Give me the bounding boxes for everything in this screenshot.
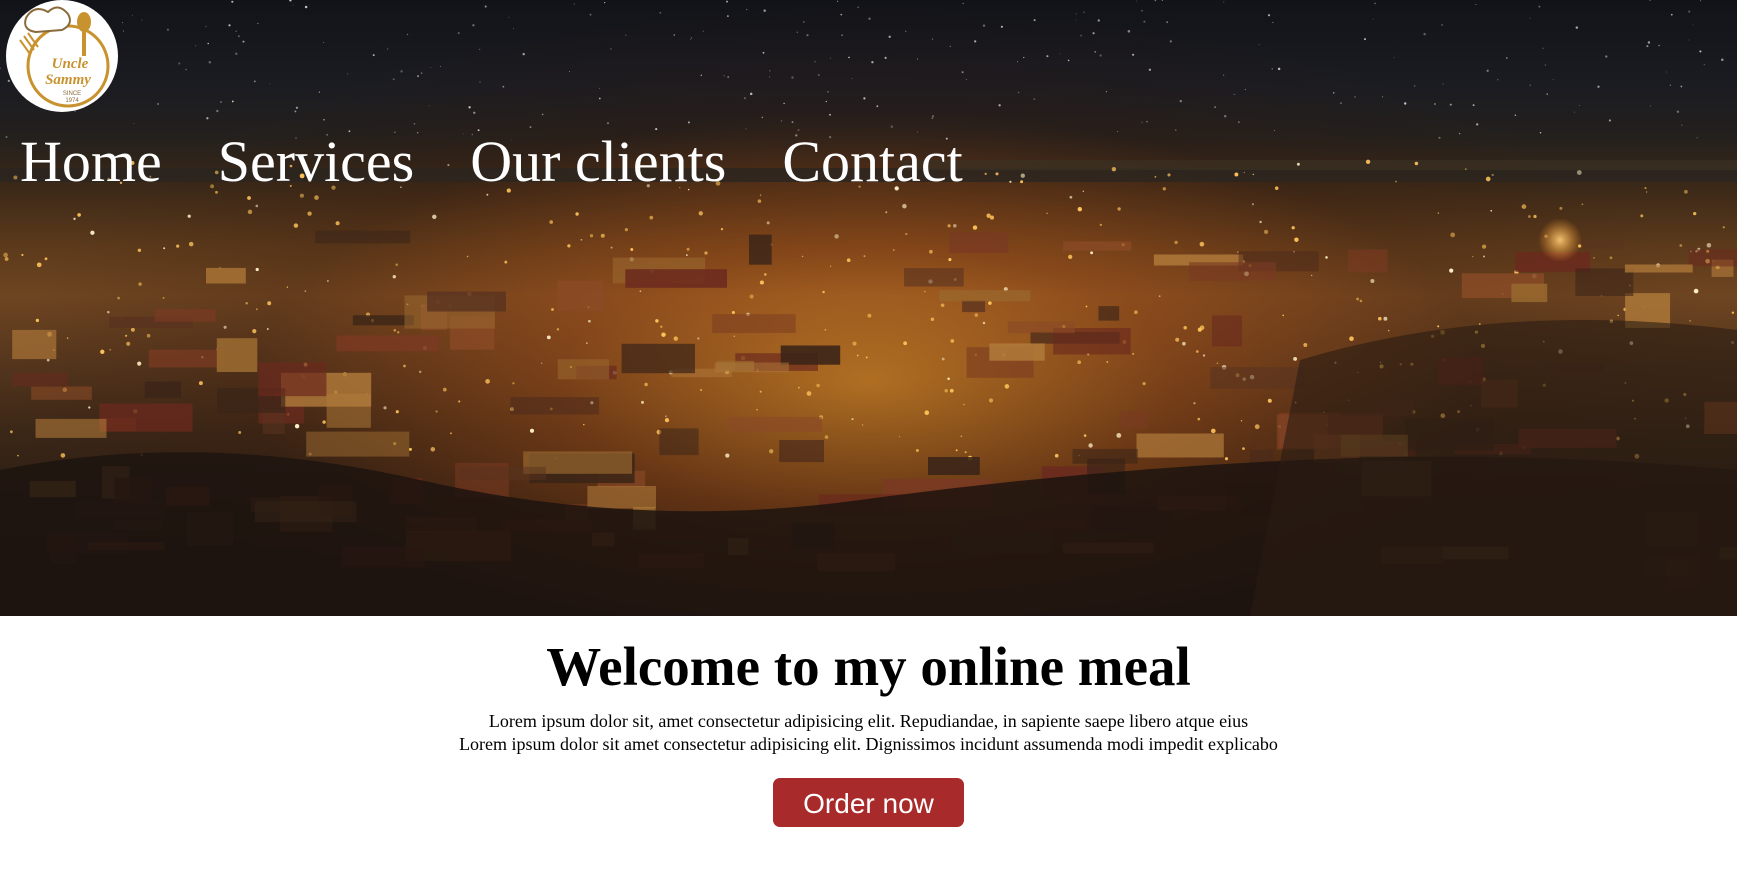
order-now-button[interactable]: Order now bbox=[773, 778, 964, 827]
svg-text:SINCE: SINCE bbox=[63, 91, 81, 97]
svg-text:Uncle: Uncle bbox=[52, 56, 89, 72]
welcome-section: Welcome to my online meal Lorem ipsum do… bbox=[0, 616, 1737, 827]
city-lights-image bbox=[0, 159, 1737, 616]
svg-text:1974: 1974 bbox=[65, 98, 79, 104]
svg-text:Sammy: Sammy bbox=[45, 72, 91, 88]
intro-text: Lorem ipsum dolor sit, amet consectetur … bbox=[0, 710, 1737, 756]
hero-banner: Uncle Sammy SINCE 1974 Home Services Our… bbox=[0, 0, 1737, 616]
page-title: Welcome to my online meal bbox=[546, 636, 1191, 697]
uncle-sammy-logo[interactable]: Uncle Sammy SINCE 1974 bbox=[6, 0, 118, 112]
intro-line-2: Lorem ipsum dolor sit amet consectetur a… bbox=[459, 734, 1278, 754]
nav-link-home[interactable]: Home bbox=[20, 127, 162, 197]
nav-link-contact[interactable]: Contact bbox=[782, 127, 962, 197]
nav-link-our-clients[interactable]: Our clients bbox=[470, 127, 726, 197]
main-navigation: Home Services Our clients Contact bbox=[20, 127, 1019, 197]
intro-line-1: Lorem ipsum dolor sit, amet consectetur … bbox=[488, 711, 1249, 731]
nav-link-services[interactable]: Services bbox=[218, 127, 415, 197]
